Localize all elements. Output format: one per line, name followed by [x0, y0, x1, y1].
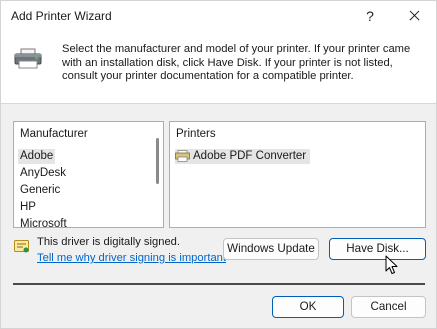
manufacturer-scrollbar[interactable]	[156, 138, 159, 184]
signed-driver-icon	[14, 240, 29, 253]
manufacturer-item[interactable]: HP	[18, 200, 38, 215]
separator	[13, 283, 425, 285]
manufacturer-item[interactable]: Microsoft	[18, 217, 69, 227]
manufacturer-item[interactable]: Generic	[18, 183, 62, 198]
driver-signing-link[interactable]: Tell me why driver signing is important	[37, 252, 226, 264]
title-bar: Add Printer Wizard ?	[1, 1, 436, 31]
manufacturer-list-header: Manufacturer	[20, 128, 88, 140]
instructions-text: Select the manufacturer and model of you…	[62, 43, 411, 82]
add-printer-wizard-window: Add Printer Wizard ? Select the manufact…	[0, 0, 437, 329]
cancel-button[interactable]: Cancel	[351, 296, 426, 318]
ok-button[interactable]: OK	[272, 296, 344, 318]
printers-list[interactable]: Printers Adobe PDF Converter	[169, 121, 426, 228]
printer-small-icon	[175, 150, 190, 162]
driver-signed-status: This driver is digitally signed.	[37, 236, 181, 248]
printer-icon	[14, 48, 42, 69]
window-title: Add Printer Wizard	[11, 9, 112, 23]
manufacturer-item[interactable]: AnyDesk	[18, 166, 68, 181]
help-button[interactable]: ?	[355, 3, 385, 29]
close-button[interactable]	[399, 3, 429, 29]
manufacturer-item[interactable]: Adobe	[18, 149, 56, 164]
have-disk-button[interactable]: Have Disk...	[329, 238, 426, 260]
printers-list-header: Printers	[176, 128, 216, 140]
mouse-cursor-icon	[385, 255, 398, 274]
manufacturer-list[interactable]: Manufacturer Adobe AnyDesk Generic HP Mi…	[13, 121, 164, 228]
printer-item[interactable]: Adobe PDF Converter	[175, 149, 311, 164]
printer-item-label: Adobe PDF Converter	[193, 150, 307, 162]
wizard-header: Select the manufacturer and model of you…	[1, 31, 436, 104]
windows-update-button[interactable]: Windows Update	[223, 238, 319, 260]
